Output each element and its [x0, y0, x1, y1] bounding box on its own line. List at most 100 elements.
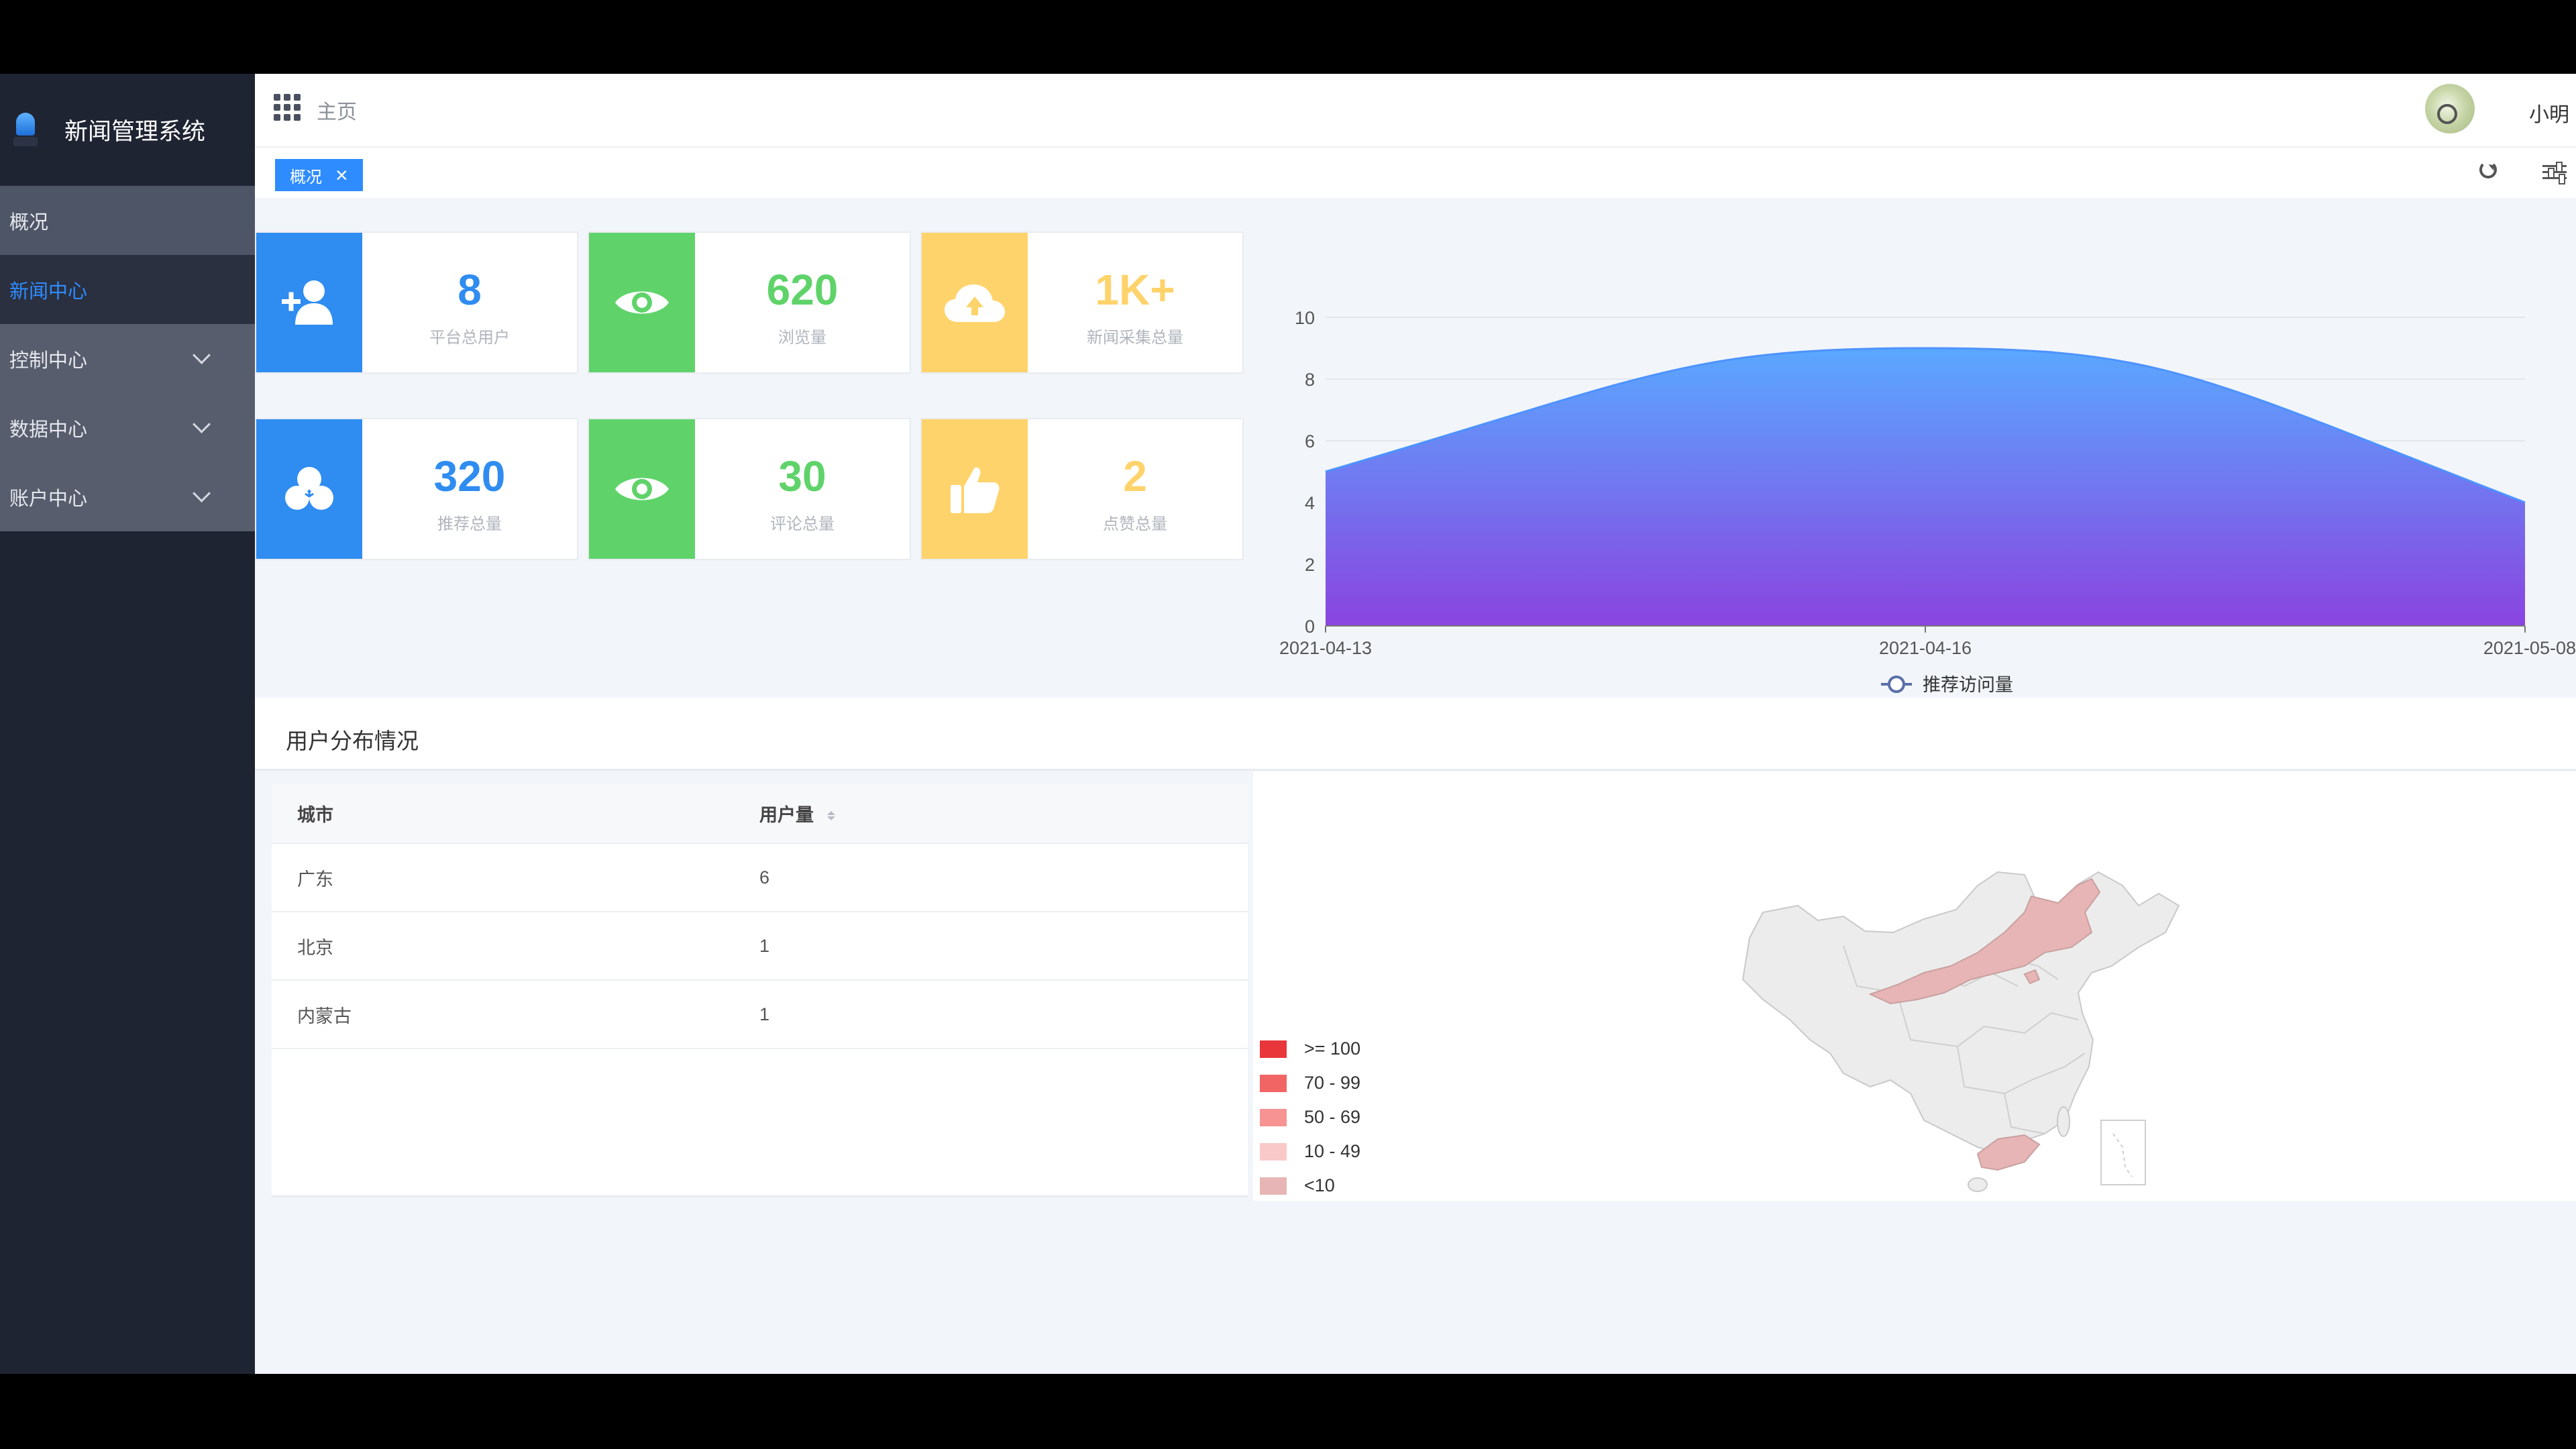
breadcrumb[interactable]: 主页: [317, 95, 357, 125]
y-tick-label: 2: [1305, 555, 1315, 575]
tab-bar: 概况 ×: [255, 148, 2576, 198]
sidebar-item-label: 新闻中心: [9, 280, 88, 303]
add-user-icon: [256, 233, 362, 372]
avatar[interactable]: [2425, 84, 2475, 133]
stat-label: 浏览量: [778, 329, 826, 347]
circles-icon: [256, 419, 362, 559]
map-legend-item[interactable]: 70 - 99: [1260, 1066, 1360, 1100]
sidebar-item-data-center[interactable]: 数据中心: [0, 393, 255, 462]
stat-value: 8: [458, 266, 482, 314]
thumbs-up-icon: [922, 419, 1028, 559]
legend-label: 推荐访问量: [1923, 675, 2013, 695]
x-tick-label: 2021-04-16: [1879, 638, 1972, 658]
x-tick-label: 2021-05-08: [2483, 638, 2576, 658]
table-row[interactable]: 内蒙古 1: [272, 981, 1248, 1049]
sidebar-item-label: 账户中心: [9, 488, 88, 510]
top-header: 主页 小明: [255, 74, 2576, 148]
legend-swatch: [1260, 1177, 1287, 1195]
stat-value: 30: [778, 452, 826, 500]
stat-card-news-collected: 1K+ 新闻采集总量: [920, 231, 1244, 374]
chevron-down-icon: [193, 415, 211, 433]
y-tick-label: 10: [1295, 308, 1315, 328]
stat-card-likes: 2 点赞总量: [920, 418, 1244, 560]
legend-label: 50 - 69: [1304, 1107, 1361, 1127]
map-legend-item[interactable]: 50 - 69: [1260, 1100, 1360, 1134]
legend-swatch: [1260, 1040, 1287, 1058]
cell-city: 广东: [297, 869, 333, 890]
column-header-label: 用户量: [759, 804, 814, 825]
sidebar-item-news-center[interactable]: 新闻中心: [0, 255, 255, 324]
cell-count: 1: [759, 1004, 770, 1024]
stat-value: 620: [766, 266, 839, 314]
close-icon[interactable]: ×: [335, 164, 348, 186]
y-tick-label: 8: [1305, 370, 1315, 390]
sidebar-item-account-center[interactable]: 账户中心: [0, 462, 255, 531]
sidebar-item-label: 控制中心: [9, 350, 88, 372]
stat-card-total-users: 8 平台总用户: [255, 231, 578, 374]
stat-card-views: 620 浏览量: [588, 231, 911, 374]
map-region-hainan: [1968, 1177, 1988, 1192]
app-frame: 新闻管理系统 概况 新闻中心 控制中心 数据中心 账户中心 主页 小明 概况 ×…: [0, 74, 2576, 1374]
stat-card-comments: 30 评论总量: [588, 418, 911, 560]
tab-overview[interactable]: 概况 ×: [275, 159, 363, 191]
cell-count: 6: [759, 867, 770, 888]
map-legend: >= 100 70 - 99 50 - 69 10 - 49 <10: [1260, 1032, 1360, 1203]
visits-area-chart: 0 2 4 6 8 10 2021-04-13 2021-04-16 2021-05-08 推荐访…: [1279, 308, 2576, 695]
panel-title: 用户分布情况: [286, 729, 419, 753]
stat-label: 新闻采集总量: [1087, 329, 1183, 347]
stat-value: 2: [1123, 452, 1147, 500]
tab-label: 概况: [290, 168, 322, 186]
map-legend-item[interactable]: 10 - 49: [1260, 1134, 1360, 1169]
sidebar-item-control-center[interactable]: 控制中心: [0, 324, 255, 393]
distribution-panel-header: 用户分布情况: [255, 698, 2576, 771]
y-tick-label: 6: [1305, 431, 1315, 451]
cell-count: 1: [759, 935, 770, 956]
cloud-upload-icon: [922, 233, 1028, 372]
eye-icon: [589, 233, 695, 372]
map-legend-item[interactable]: >= 100: [1260, 1032, 1360, 1066]
legend-label: 70 - 99: [1304, 1073, 1361, 1093]
table-row[interactable]: 北京 1: [272, 912, 1248, 981]
legend-label: <10: [1304, 1175, 1335, 1195]
apps-grid-icon[interactable]: [274, 94, 301, 121]
stat-value: 320: [433, 452, 506, 500]
brand: 新闻管理系统: [0, 74, 255, 186]
refresh-icon[interactable]: [2479, 161, 2497, 178]
sidebar-item-label: 数据中心: [9, 419, 88, 441]
map-region-taiwan: [2057, 1106, 2070, 1137]
y-tick-label: 0: [1305, 616, 1315, 637]
column-header-users[interactable]: 用户量: [759, 800, 835, 826]
chevron-down-icon: [193, 484, 211, 502]
cell-city: 北京: [297, 937, 333, 958]
china-map-shape: [1741, 871, 2180, 1192]
area-series-fill[interactable]: [1326, 348, 2525, 626]
column-header-city: 城市: [297, 804, 333, 825]
sort-icon[interactable]: [826, 811, 835, 821]
sliders-icon[interactable]: [2542, 161, 2567, 184]
logo-icon: [13, 112, 38, 148]
stat-value: 1K+: [1095, 266, 1175, 314]
username[interactable]: 小明: [2529, 98, 2569, 127]
chart-legend[interactable]: 推荐访问量: [1881, 675, 2013, 695]
sidebar-item-overview[interactable]: 概况: [0, 186, 255, 255]
stat-label: 平台总用户: [429, 329, 510, 347]
stat-card-recommendations: 320 推荐总量: [255, 418, 578, 560]
sidebar: 新闻管理系统 概况 新闻中心 控制中心 数据中心 账户中心: [0, 74, 255, 1374]
y-tick-label: 4: [1305, 493, 1315, 513]
cell-city: 内蒙古: [297, 1006, 352, 1026]
table-row[interactable]: 广东 6: [272, 844, 1248, 912]
china-map: >= 100 70 - 99 50 - 69 10 - 49 <10: [1253, 771, 2576, 1201]
app-title: 新闻管理系统: [64, 119, 206, 145]
map-legend-item[interactable]: <10: [1260, 1169, 1360, 1203]
table-header: 城市 用户量: [272, 784, 1248, 844]
legend-swatch: [1260, 1142, 1287, 1161]
legend-label: >= 100: [1304, 1038, 1361, 1059]
sidebar-item-label: 概况: [9, 211, 49, 233]
distribution-table: 城市 用户量 广东 6 北京 1 内蒙古 1: [272, 784, 1248, 1197]
legend-label: 10 - 49: [1304, 1141, 1361, 1161]
chevron-down-icon: [193, 346, 211, 364]
stat-label: 点赞总量: [1103, 515, 1167, 533]
legend-swatch: [1260, 1074, 1287, 1092]
map-region-mainland: [1741, 871, 2180, 1155]
stat-label: 评论总量: [770, 515, 835, 533]
